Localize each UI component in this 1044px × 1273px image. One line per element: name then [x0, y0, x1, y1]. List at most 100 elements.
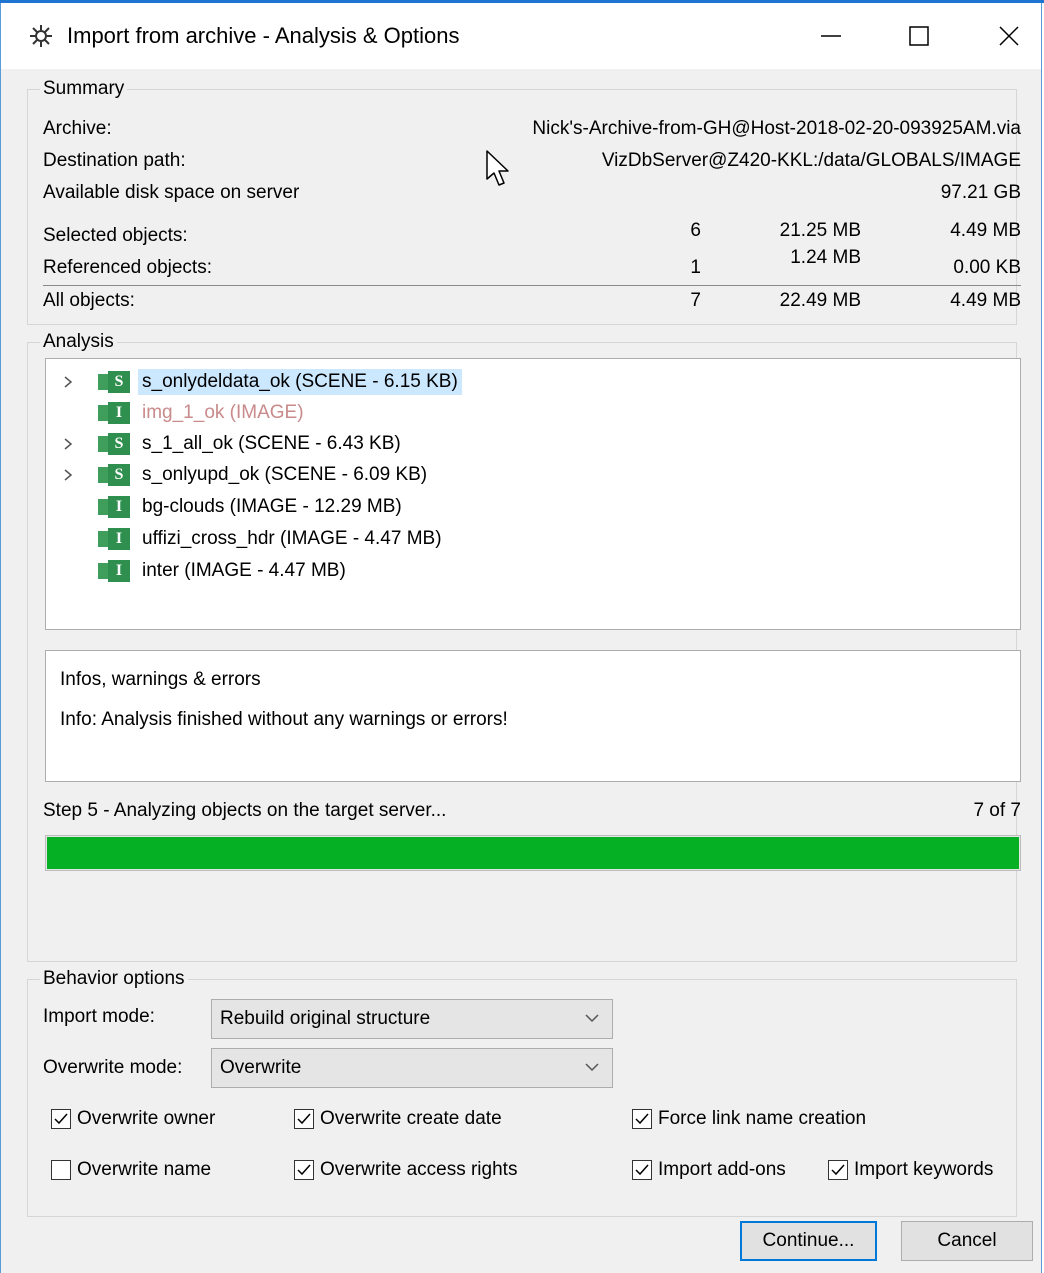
checkmark-icon [297, 1164, 311, 1176]
overwrite-access-rights-checkbox[interactable]: Overwrite access rights [294, 1155, 517, 1185]
image-icon: I [98, 402, 130, 424]
chevron-down-icon [585, 1063, 599, 1072]
overwrite-create-date-checkbox[interactable]: Overwrite create date [294, 1104, 502, 1134]
chevron-right-icon[interactable] [62, 468, 90, 482]
tree-item-label: uffizi_cross_hdr (IMAGE - 4.47 MB) [142, 528, 442, 549]
tree-item-label: inter (IMAGE - 4.47 MB) [142, 560, 346, 581]
progress-bar-fill [47, 837, 1019, 869]
tree-item-label: bg-clouds (IMAGE - 12.29 MB) [142, 496, 402, 517]
archive-value: Nick's-Archive-from-GH@Host-2018-02-20-0… [532, 118, 1021, 139]
import-add-ons-checkbox[interactable]: Import add-ons [632, 1155, 786, 1185]
all-objects-size-2: 4.49 MB [950, 290, 1021, 311]
checkbox-label: Force link name creation [658, 1108, 867, 1129]
title-bar[interactable]: Import from archive - Analysis & Options [1, 3, 1041, 69]
checkbox-box[interactable] [51, 1160, 71, 1180]
analysis-legend: Analysis [43, 331, 114, 352]
scene-icon: S [98, 371, 130, 393]
all-objects-count: 7 [690, 290, 701, 311]
tree-item[interactable]: S s_1_all_ok (SCENE - 6.43 KB) [62, 429, 405, 459]
behavior-legend: Behavior options [43, 968, 185, 989]
maximize-button[interactable] [879, 3, 959, 69]
checkbox-label: Import add-ons [658, 1159, 786, 1180]
tree-item[interactable]: I inter (IMAGE - 4.47 MB) [62, 556, 350, 586]
checkbox-box[interactable] [632, 1109, 652, 1129]
gear-icon [29, 24, 53, 48]
import-mode-value: Rebuild original structure [220, 1008, 431, 1029]
image-icon: I [98, 560, 130, 582]
info-title: Infos, warnings & errors [60, 669, 261, 690]
all-objects-label: All objects: [43, 290, 135, 311]
tree-item-label: s_onlydeldata_ok (SCENE - 6.15 KB) [138, 369, 462, 395]
overwrite-mode-label: Overwrite mode: [43, 1057, 183, 1078]
archive-label: Archive: [43, 118, 112, 139]
checkbox-box[interactable] [294, 1160, 314, 1180]
scene-icon: S [98, 433, 130, 455]
import-dialog: Import from archive - Analysis & Options… [0, 3, 1042, 1273]
chevron-down-icon [585, 1014, 599, 1023]
checkmark-icon [635, 1164, 649, 1176]
disk-space-label: Available disk space on server [43, 182, 300, 203]
import-mode-label: Import mode: [43, 1006, 155, 1027]
selected-objects-count: 6 [690, 220, 701, 241]
checkbox-label: Import keywords [854, 1159, 994, 1180]
image-icon: I [98, 496, 130, 518]
tree-item-label: img_1_ok (IMAGE) [142, 402, 304, 423]
checkmark-icon [831, 1164, 845, 1176]
image-icon: I [98, 528, 130, 550]
import-keywords-checkbox[interactable]: Import keywords [828, 1155, 993, 1185]
checkbox-box[interactable] [51, 1109, 71, 1129]
tree-item[interactable]: S s_onlyupd_ok (SCENE - 6.09 KB) [62, 460, 431, 490]
all-objects-size: 22.49 MB [779, 290, 861, 311]
close-icon [999, 26, 1019, 46]
selected-objects-label: Selected objects: [43, 225, 188, 246]
checkbox-label: Overwrite name [77, 1159, 212, 1180]
mouse-cursor-icon [486, 150, 509, 186]
scene-icon: S [98, 464, 130, 486]
destination-value: VizDbServer@Z420-KKL:/data/GLOBALS/IMAGE [601, 150, 1021, 171]
checkbox-label: Overwrite owner [77, 1108, 216, 1129]
object-tree[interactable]: S s_onlydeldata_ok (SCENE - 6.15 KB) I i… [45, 358, 1021, 630]
tree-item[interactable]: I bg-clouds (IMAGE - 12.29 MB) [62, 492, 406, 522]
checkmark-icon [635, 1113, 649, 1125]
overwrite-owner-checkbox[interactable]: Overwrite owner [51, 1104, 215, 1134]
checkbox-box[interactable] [828, 1160, 848, 1180]
overwrite-name-checkbox[interactable]: Overwrite name [51, 1155, 211, 1185]
tree-item[interactable]: I img_1_ok (IMAGE) [62, 398, 308, 428]
continue-button[interactable]: Continue... [740, 1221, 877, 1261]
summary-legend: Summary [43, 78, 125, 99]
force-link-name-checkbox[interactable]: Force link name creation [632, 1104, 866, 1134]
overwrite-mode-select[interactable]: Overwrite [211, 1048, 613, 1088]
tree-item[interactable]: I uffizi_cross_hdr (IMAGE - 4.47 MB) [62, 524, 446, 554]
destination-label: Destination path: [43, 150, 186, 171]
chevron-right-icon[interactable] [62, 437, 90, 451]
minimize-icon [821, 35, 841, 37]
checkbox-box[interactable] [294, 1109, 314, 1129]
checkbox-box[interactable] [632, 1160, 652, 1180]
checkbox-label: Overwrite create date [320, 1108, 502, 1129]
info-panel[interactable]: Infos, warnings & errors Info: Analysis … [45, 650, 1021, 782]
checkmark-icon [54, 1113, 68, 1125]
referenced-objects-count: 1 [690, 257, 701, 278]
info-message: Info: Analysis finished without any warn… [60, 709, 508, 730]
selected-objects-size: 21.25 MB [779, 220, 861, 241]
cancel-button[interactable]: Cancel [901, 1221, 1033, 1261]
referenced-objects-size: 1.24 MB [790, 247, 861, 268]
checkbox-label: Overwrite access rights [320, 1159, 518, 1180]
disk-space-value: 97.21 GB [940, 182, 1021, 203]
minimize-button[interactable] [791, 3, 871, 69]
close-button[interactable] [969, 3, 1044, 69]
step-text: Step 5 - Analyzing objects on the target… [43, 800, 447, 821]
tree-item-label: s_1_all_ok (SCENE - 6.43 KB) [142, 433, 401, 454]
summary-divider [43, 285, 1021, 286]
referenced-objects-label: Referenced objects: [43, 257, 212, 278]
overwrite-mode-value: Overwrite [220, 1057, 302, 1078]
chevron-right-icon[interactable] [62, 375, 90, 389]
checkmark-icon [297, 1113, 311, 1125]
tree-item[interactable]: S s_onlydeldata_ok (SCENE - 6.15 KB) [62, 367, 462, 397]
window-title: Import from archive - Analysis & Options [67, 23, 460, 48]
tree-item-label: s_onlyupd_ok (SCENE - 6.09 KB) [142, 464, 428, 485]
import-mode-select[interactable]: Rebuild original structure [211, 999, 613, 1039]
maximize-icon [909, 26, 929, 46]
step-count: 7 of 7 [973, 800, 1021, 821]
selected-objects-size-2: 4.49 MB [950, 220, 1021, 241]
